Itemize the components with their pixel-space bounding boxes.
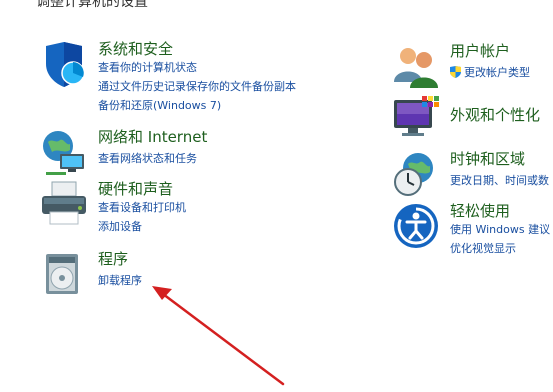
network-globe-icon: [43, 131, 84, 175]
file-history-link[interactable]: 通过文件历史记录保存你的文件备份副本: [98, 80, 296, 94]
programs-disc-icon: [46, 254, 78, 294]
clock-globe-icon: [394, 153, 433, 196]
devices-printers-link[interactable]: 查看设备和打印机: [98, 201, 186, 215]
users-icon: [394, 48, 438, 88]
hardware-sound-title[interactable]: 硬件和声音: [98, 180, 173, 198]
change-account-type-label: 更改帐户类型: [464, 66, 530, 79]
network-internet-title[interactable]: 网络和 Internet: [98, 128, 207, 146]
uac-shield-icon: [450, 66, 461, 78]
category-system-security: 系统和安全 查看你的计算机状态 通过文件历史记录保存你的文件备份副本 备份和还原…: [40, 40, 330, 120]
shield-icon: [46, 42, 85, 87]
programs-title[interactable]: 程序: [98, 250, 128, 268]
monitor-palette-icon: [394, 96, 439, 136]
category-hardware-sound: 硬件和声音 查看设备和打印机 添加设备: [40, 180, 270, 236]
clock-region-title[interactable]: 时钟和区域: [450, 150, 525, 168]
category-user-accounts: 用户帐户 更改帐户类型: [392, 42, 553, 88]
category-clock-region: 时钟和区域 更改日期、时间或数: [392, 150, 553, 198]
ease-of-access-title[interactable]: 轻松使用: [450, 202, 510, 220]
printer-icon: [42, 181, 86, 225]
optimize-display-link[interactable]: 优化视觉显示: [450, 242, 516, 256]
add-device-link[interactable]: 添加设备: [98, 220, 142, 234]
appearance-title[interactable]: 外观和个性化: [450, 106, 540, 124]
accessibility-icon: [394, 204, 438, 248]
change-date-time-link[interactable]: 更改日期、时间或数: [450, 174, 549, 188]
user-accounts-title[interactable]: 用户帐户: [450, 42, 510, 60]
change-account-type-link[interactable]: 更改帐户类型: [450, 66, 530, 80]
page-heading: 调整计算机的设置: [36, 0, 148, 10]
network-status-link[interactable]: 查看网络状态和任务: [98, 152, 197, 166]
view-computer-status-link[interactable]: 查看你的计算机状态: [98, 61, 197, 75]
system-security-title[interactable]: 系统和安全: [98, 40, 173, 58]
category-programs: 程序 卸载程序: [40, 250, 240, 298]
windows-suggestions-link[interactable]: 使用 Windows 建议: [450, 223, 550, 237]
category-appearance: 外观和个性化: [392, 94, 553, 142]
uninstall-program-link[interactable]: 卸载程序: [98, 274, 142, 288]
backup-restore-link[interactable]: 备份和还原(Windows 7): [98, 99, 221, 113]
category-ease-of-access: 轻松使用 使用 Windows 建议 优化视觉显示: [392, 202, 553, 258]
category-network-internet: 网络和 Internet 查看网络状态和任务: [40, 128, 270, 175]
